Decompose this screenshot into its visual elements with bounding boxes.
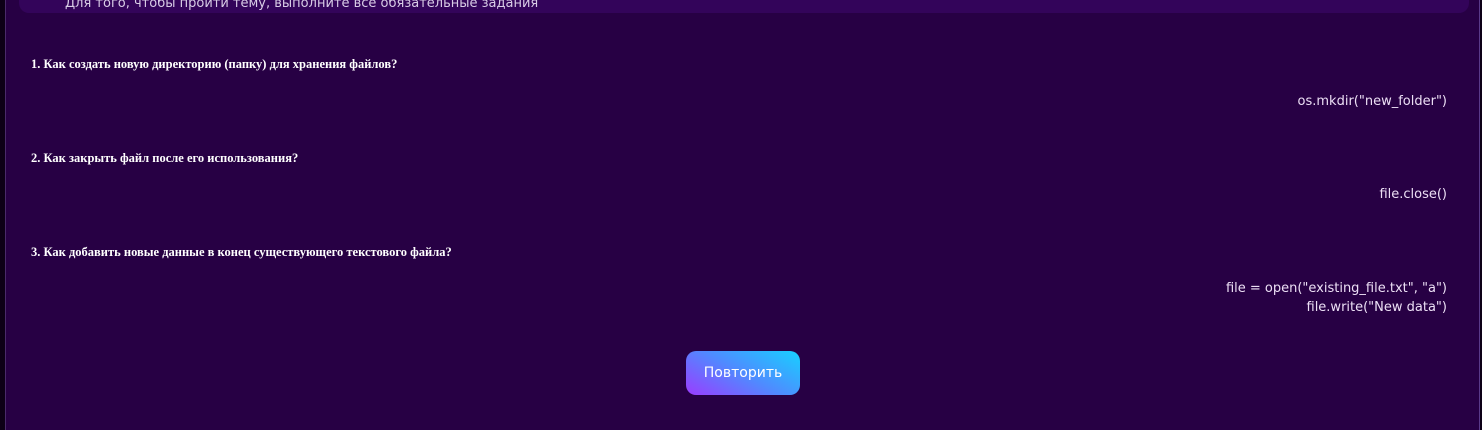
answer-2: file.close() <box>1379 185 1447 204</box>
answer-3: file = open("existing_file.txt", "a") fi… <box>1226 279 1447 317</box>
answer-line: file.close() <box>1379 187 1447 202</box>
question-2: 2. Как закрыть файл после его использова… <box>31 151 299 165</box>
quiz-results-panel: Для того, чтобы пройти тему, выполните в… <box>5 0 1480 430</box>
answer-line: file.write("New data") <box>1306 300 1448 315</box>
answer-line: os.mkdir("new_folder") <box>1297 94 1447 109</box>
answer-line: file = open("existing_file.txt", "a") <box>1225 281 1447 296</box>
notice-banner: Для того, чтобы пройти тему, выполните в… <box>19 0 1469 13</box>
retry-button[interactable]: Повторить <box>686 351 800 395</box>
notice-text: Для того, чтобы пройти тему, выполните в… <box>65 0 539 11</box>
question-1: 1. Как создать новую директорию (папку) … <box>31 57 398 71</box>
answer-1: os.mkdir("new_folder") <box>1298 92 1447 111</box>
question-3: 3. Как добавить новые данные в конец сущ… <box>31 245 452 259</box>
